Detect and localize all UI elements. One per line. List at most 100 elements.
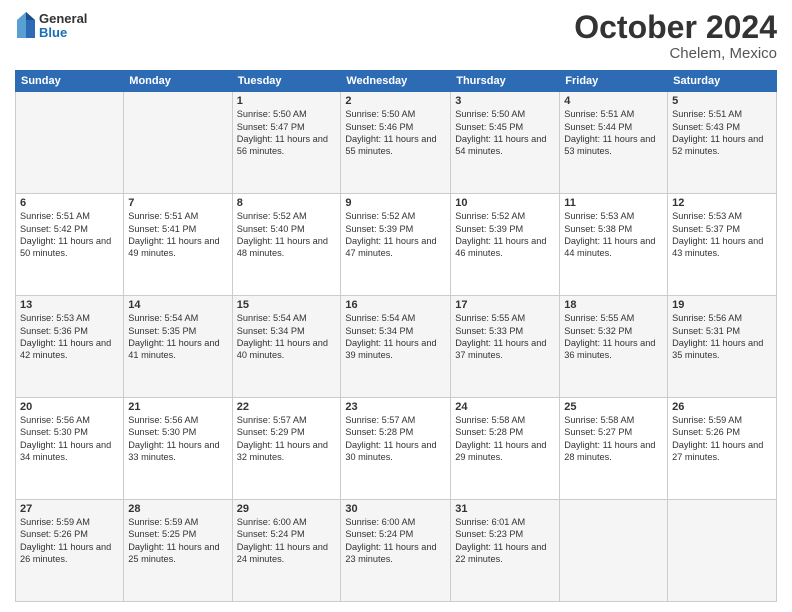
col-sunday: Sunday bbox=[16, 71, 124, 92]
day-info: Sunrise: 5:56 AM Sunset: 5:31 PM Dayligh… bbox=[672, 312, 772, 362]
day-info: Sunrise: 5:51 AM Sunset: 5:42 PM Dayligh… bbox=[20, 210, 119, 260]
calendar-cell: 14Sunrise: 5:54 AM Sunset: 5:35 PM Dayli… bbox=[124, 296, 232, 398]
day-info: Sunrise: 5:51 AM Sunset: 5:44 PM Dayligh… bbox=[564, 108, 663, 158]
day-info: Sunrise: 5:50 AM Sunset: 5:46 PM Dayligh… bbox=[345, 108, 446, 158]
day-info: Sunrise: 5:54 AM Sunset: 5:35 PM Dayligh… bbox=[128, 312, 227, 362]
calendar-cell: 23Sunrise: 5:57 AM Sunset: 5:28 PM Dayli… bbox=[341, 398, 451, 500]
calendar-cell: 13Sunrise: 5:53 AM Sunset: 5:36 PM Dayli… bbox=[16, 296, 124, 398]
calendar-cell bbox=[124, 92, 232, 194]
day-info: Sunrise: 5:58 AM Sunset: 5:28 PM Dayligh… bbox=[455, 414, 555, 464]
day-number: 3 bbox=[455, 95, 555, 107]
calendar-cell: 31Sunrise: 6:01 AM Sunset: 5:23 PM Dayli… bbox=[451, 500, 560, 602]
calendar-week-4: 20Sunrise: 5:56 AM Sunset: 5:30 PM Dayli… bbox=[16, 398, 777, 500]
day-number: 10 bbox=[455, 197, 555, 209]
day-number: 7 bbox=[128, 197, 227, 209]
day-info: Sunrise: 5:55 AM Sunset: 5:33 PM Dayligh… bbox=[455, 312, 555, 362]
day-number: 29 bbox=[237, 503, 337, 515]
day-info: Sunrise: 5:52 AM Sunset: 5:39 PM Dayligh… bbox=[455, 210, 555, 260]
day-number: 21 bbox=[128, 401, 227, 413]
day-number: 20 bbox=[20, 401, 119, 413]
day-number: 5 bbox=[672, 95, 772, 107]
calendar-cell: 28Sunrise: 5:59 AM Sunset: 5:25 PM Dayli… bbox=[124, 500, 232, 602]
logo-general: General bbox=[39, 12, 87, 26]
col-thursday: Thursday bbox=[451, 71, 560, 92]
calendar-cell: 5Sunrise: 5:51 AM Sunset: 5:43 PM Daylig… bbox=[668, 92, 777, 194]
col-friday: Friday bbox=[560, 71, 668, 92]
day-number: 1 bbox=[237, 95, 337, 107]
logo-blue: Blue bbox=[39, 26, 87, 40]
day-number: 27 bbox=[20, 503, 119, 515]
calendar-header-row: Sunday Monday Tuesday Wednesday Thursday… bbox=[16, 71, 777, 92]
day-number: 24 bbox=[455, 401, 555, 413]
col-tuesday: Tuesday bbox=[232, 71, 341, 92]
calendar-cell: 29Sunrise: 6:00 AM Sunset: 5:24 PM Dayli… bbox=[232, 500, 341, 602]
calendar-week-2: 6Sunrise: 5:51 AM Sunset: 5:42 PM Daylig… bbox=[16, 194, 777, 296]
location-title: Chelem, Mexico bbox=[574, 45, 777, 62]
calendar-cell: 11Sunrise: 5:53 AM Sunset: 5:38 PM Dayli… bbox=[560, 194, 668, 296]
day-number: 25 bbox=[564, 401, 663, 413]
col-saturday: Saturday bbox=[668, 71, 777, 92]
day-info: Sunrise: 5:53 AM Sunset: 5:38 PM Dayligh… bbox=[564, 210, 663, 260]
day-info: Sunrise: 5:53 AM Sunset: 5:36 PM Dayligh… bbox=[20, 312, 119, 362]
day-info: Sunrise: 5:59 AM Sunset: 5:25 PM Dayligh… bbox=[128, 516, 227, 566]
calendar-cell: 17Sunrise: 5:55 AM Sunset: 5:33 PM Dayli… bbox=[451, 296, 560, 398]
calendar-cell: 18Sunrise: 5:55 AM Sunset: 5:32 PM Dayli… bbox=[560, 296, 668, 398]
logo-icon bbox=[15, 10, 37, 42]
day-info: Sunrise: 5:57 AM Sunset: 5:28 PM Dayligh… bbox=[345, 414, 446, 464]
day-number: 19 bbox=[672, 299, 772, 311]
day-number: 22 bbox=[237, 401, 337, 413]
calendar-week-1: 1Sunrise: 5:50 AM Sunset: 5:47 PM Daylig… bbox=[16, 92, 777, 194]
day-number: 28 bbox=[128, 503, 227, 515]
day-number: 30 bbox=[345, 503, 446, 515]
logo: General Blue bbox=[15, 10, 87, 42]
calendar-cell: 12Sunrise: 5:53 AM Sunset: 5:37 PM Dayli… bbox=[668, 194, 777, 296]
calendar-table: Sunday Monday Tuesday Wednesday Thursday… bbox=[15, 70, 777, 602]
calendar-cell: 24Sunrise: 5:58 AM Sunset: 5:28 PM Dayli… bbox=[451, 398, 560, 500]
calendar-cell: 16Sunrise: 5:54 AM Sunset: 5:34 PM Dayli… bbox=[341, 296, 451, 398]
day-info: Sunrise: 5:53 AM Sunset: 5:37 PM Dayligh… bbox=[672, 210, 772, 260]
calendar-cell: 6Sunrise: 5:51 AM Sunset: 5:42 PM Daylig… bbox=[16, 194, 124, 296]
day-number: 2 bbox=[345, 95, 446, 107]
calendar-cell: 27Sunrise: 5:59 AM Sunset: 5:26 PM Dayli… bbox=[16, 500, 124, 602]
day-info: Sunrise: 5:51 AM Sunset: 5:41 PM Dayligh… bbox=[128, 210, 227, 260]
calendar-cell bbox=[560, 500, 668, 602]
calendar-cell: 4Sunrise: 5:51 AM Sunset: 5:44 PM Daylig… bbox=[560, 92, 668, 194]
day-info: Sunrise: 5:50 AM Sunset: 5:45 PM Dayligh… bbox=[455, 108, 555, 158]
day-number: 8 bbox=[237, 197, 337, 209]
day-info: Sunrise: 5:57 AM Sunset: 5:29 PM Dayligh… bbox=[237, 414, 337, 464]
day-number: 9 bbox=[345, 197, 446, 209]
calendar-cell: 20Sunrise: 5:56 AM Sunset: 5:30 PM Dayli… bbox=[16, 398, 124, 500]
calendar-cell: 15Sunrise: 5:54 AM Sunset: 5:34 PM Dayli… bbox=[232, 296, 341, 398]
calendar-cell: 22Sunrise: 5:57 AM Sunset: 5:29 PM Dayli… bbox=[232, 398, 341, 500]
day-number: 6 bbox=[20, 197, 119, 209]
calendar-cell: 26Sunrise: 5:59 AM Sunset: 5:26 PM Dayli… bbox=[668, 398, 777, 500]
calendar-cell: 8Sunrise: 5:52 AM Sunset: 5:40 PM Daylig… bbox=[232, 194, 341, 296]
day-number: 4 bbox=[564, 95, 663, 107]
month-title: October 2024 bbox=[574, 10, 777, 45]
day-info: Sunrise: 5:59 AM Sunset: 5:26 PM Dayligh… bbox=[672, 414, 772, 464]
calendar-cell: 19Sunrise: 5:56 AM Sunset: 5:31 PM Dayli… bbox=[668, 296, 777, 398]
day-info: Sunrise: 5:55 AM Sunset: 5:32 PM Dayligh… bbox=[564, 312, 663, 362]
calendar-week-5: 27Sunrise: 5:59 AM Sunset: 5:26 PM Dayli… bbox=[16, 500, 777, 602]
calendar-cell bbox=[16, 92, 124, 194]
day-info: Sunrise: 6:00 AM Sunset: 5:24 PM Dayligh… bbox=[237, 516, 337, 566]
calendar-week-3: 13Sunrise: 5:53 AM Sunset: 5:36 PM Dayli… bbox=[16, 296, 777, 398]
calendar-cell: 25Sunrise: 5:58 AM Sunset: 5:27 PM Dayli… bbox=[560, 398, 668, 500]
col-wednesday: Wednesday bbox=[341, 71, 451, 92]
day-number: 15 bbox=[237, 299, 337, 311]
page: General Blue October 2024 Chelem, Mexico… bbox=[0, 0, 792, 612]
day-info: Sunrise: 5:58 AM Sunset: 5:27 PM Dayligh… bbox=[564, 414, 663, 464]
day-number: 17 bbox=[455, 299, 555, 311]
header: General Blue October 2024 Chelem, Mexico bbox=[15, 10, 777, 62]
day-number: 31 bbox=[455, 503, 555, 515]
day-info: Sunrise: 5:56 AM Sunset: 5:30 PM Dayligh… bbox=[20, 414, 119, 464]
calendar-cell bbox=[668, 500, 777, 602]
calendar-cell: 2Sunrise: 5:50 AM Sunset: 5:46 PM Daylig… bbox=[341, 92, 451, 194]
day-info: Sunrise: 5:50 AM Sunset: 5:47 PM Dayligh… bbox=[237, 108, 337, 158]
day-number: 18 bbox=[564, 299, 663, 311]
calendar-cell: 30Sunrise: 6:00 AM Sunset: 5:24 PM Dayli… bbox=[341, 500, 451, 602]
day-number: 14 bbox=[128, 299, 227, 311]
calendar-cell: 7Sunrise: 5:51 AM Sunset: 5:41 PM Daylig… bbox=[124, 194, 232, 296]
calendar-cell: 3Sunrise: 5:50 AM Sunset: 5:45 PM Daylig… bbox=[451, 92, 560, 194]
day-info: Sunrise: 5:54 AM Sunset: 5:34 PM Dayligh… bbox=[345, 312, 446, 362]
